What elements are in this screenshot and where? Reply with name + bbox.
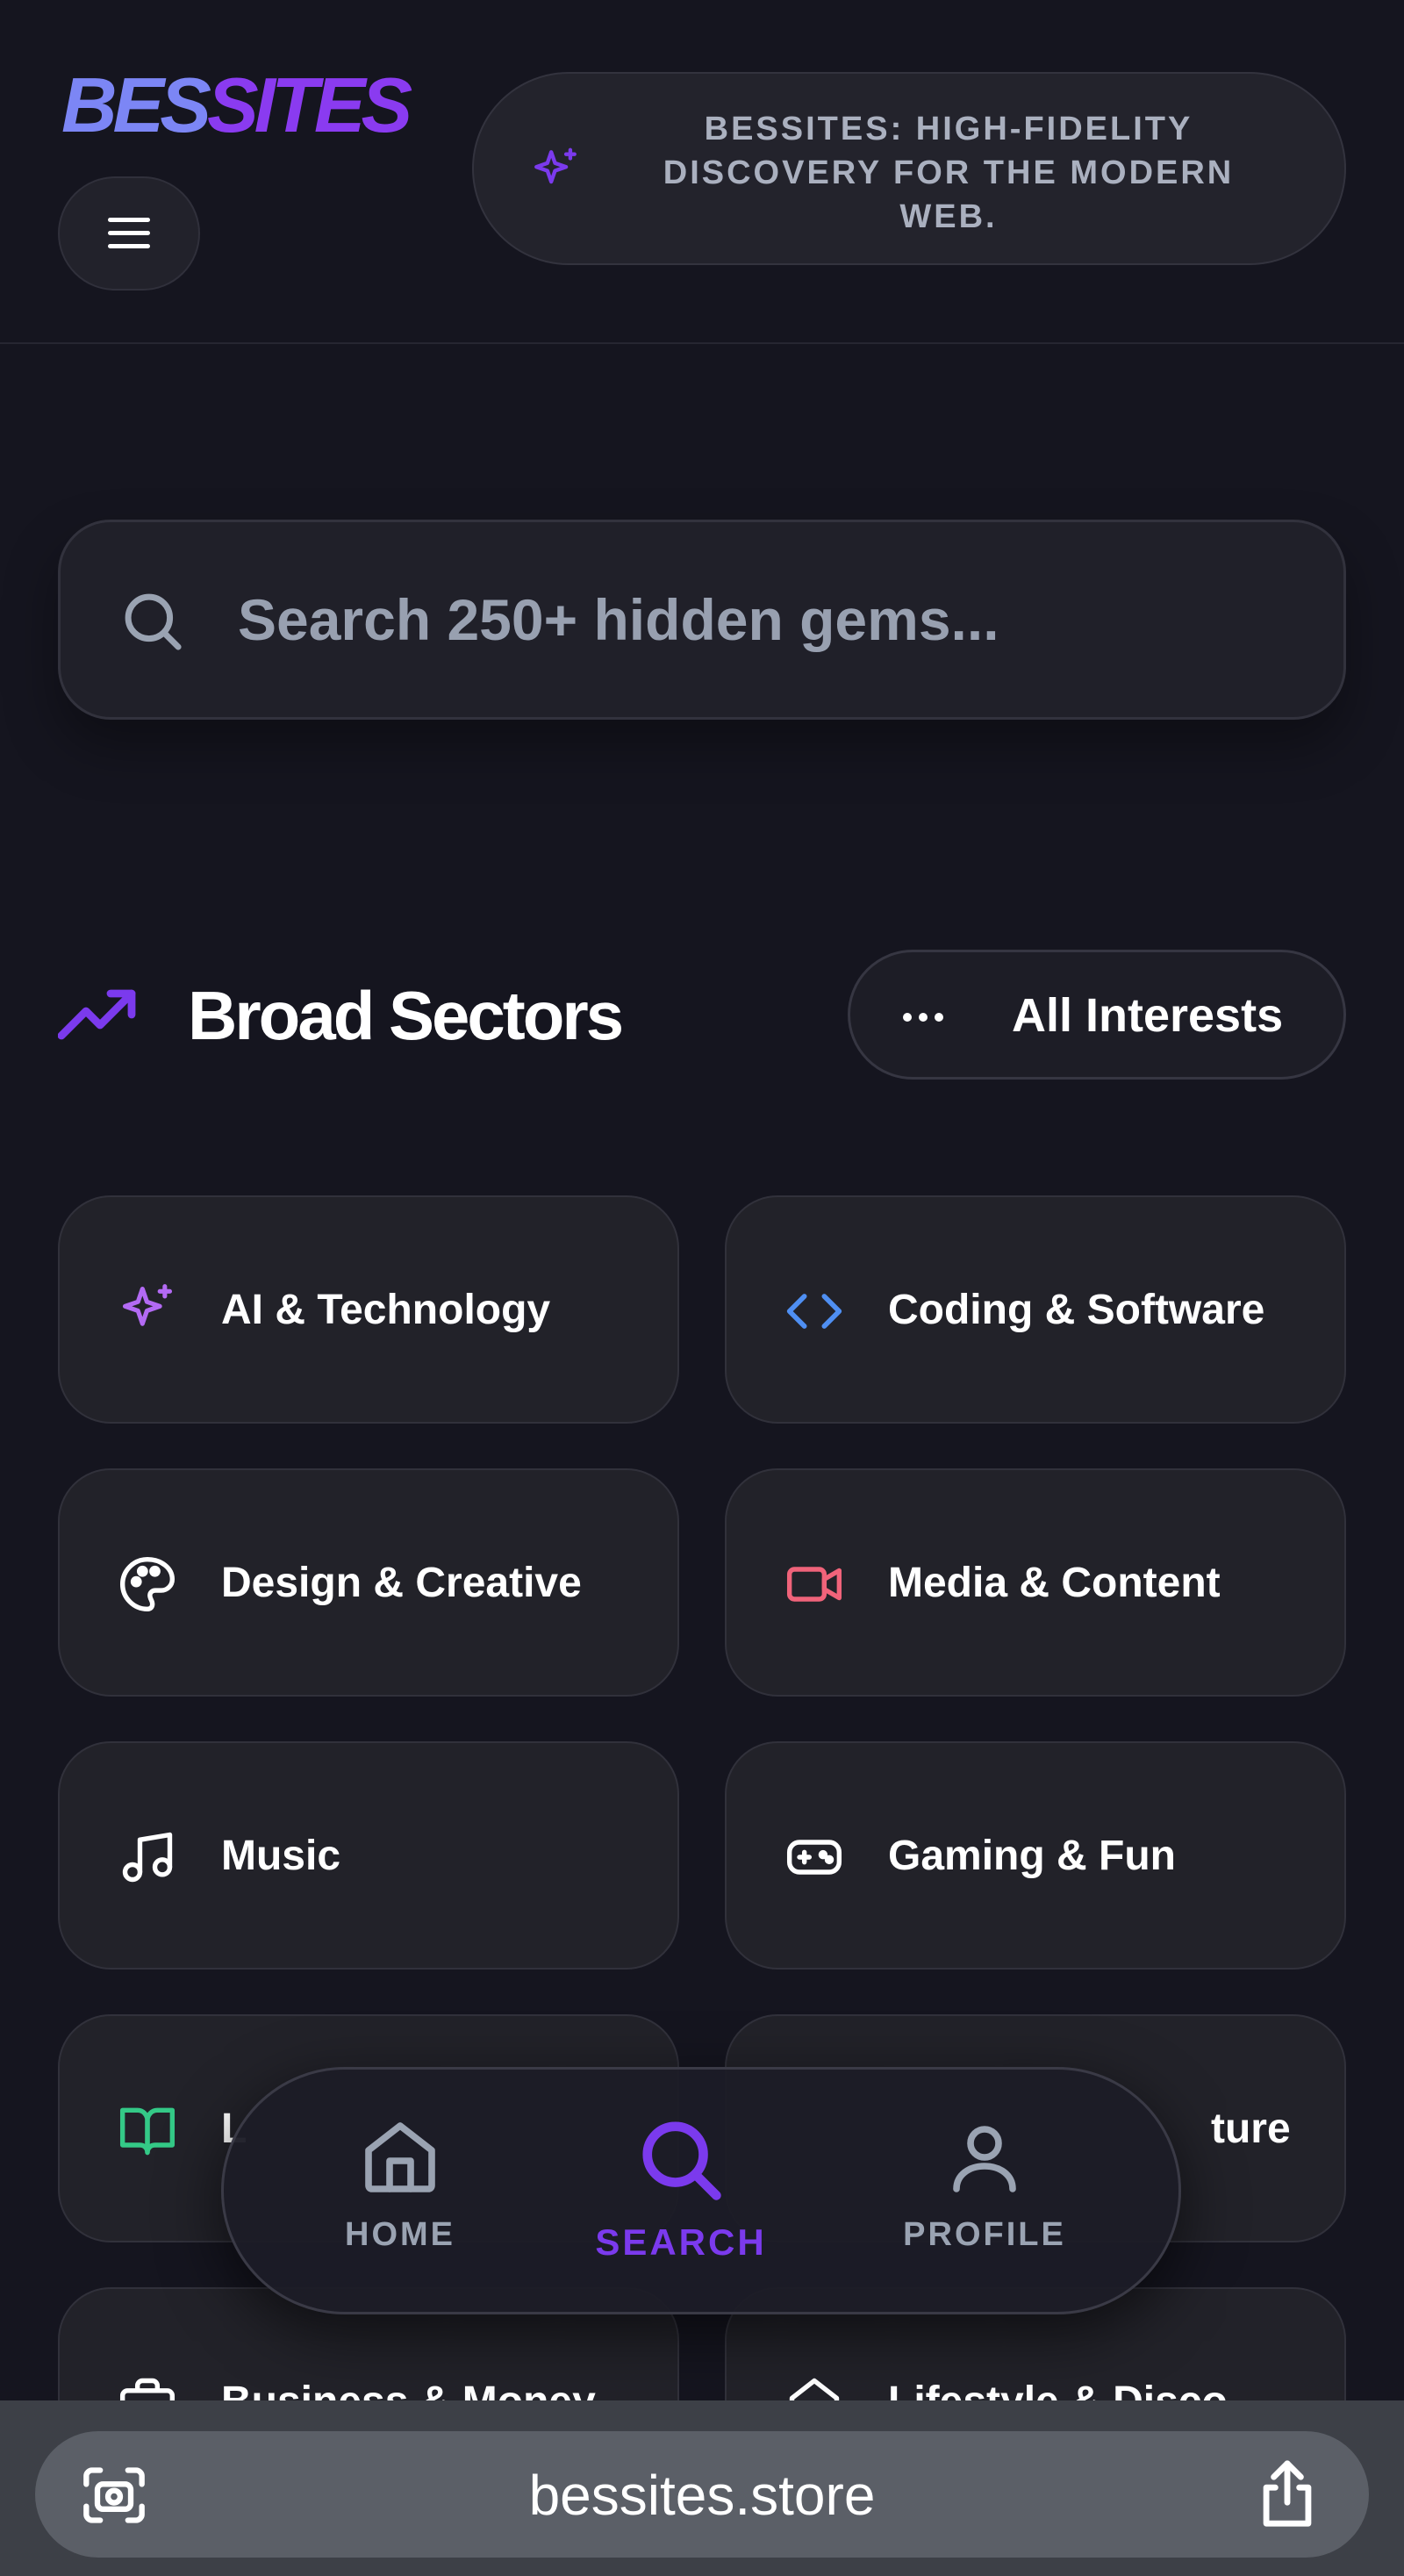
music-icon [122, 1832, 173, 1883]
book-open-icon [119, 2107, 176, 2156]
nav-profile[interactable]: PROFILE [888, 2115, 1081, 2254]
url-text: bessites.store [528, 2464, 876, 2527]
sector-card-coding-software[interactable]: Coding & Software [725, 1195, 1346, 1424]
trending-up-icon [58, 989, 136, 1040]
palette-icon [119, 1556, 176, 1612]
hamburger-icon [108, 218, 150, 248]
tagline-banner: BESSITES: HIGH-FIDELITY DISCOVERY FOR TH… [472, 72, 1346, 265]
all-interests-label: All Interests [1012, 989, 1284, 1042]
nav-profile-label: PROFILE [903, 2216, 1066, 2253]
sector-card-media-content[interactable]: Media & Content [725, 1468, 1346, 1697]
sparkles-icon [122, 1284, 173, 1326]
sparkles-icon [534, 147, 577, 184]
share-icon[interactable] [1257, 2458, 1318, 2529]
video-icon [786, 1567, 842, 1602]
sector-card-design-creative[interactable]: Design & Creative [58, 1468, 679, 1697]
all-interests-button[interactable]: All Interests [848, 950, 1346, 1080]
more-horizontal-icon [903, 1013, 943, 1022]
section-title: Broad Sectors [188, 977, 624, 1054]
sector-card-ai-technology[interactable]: AI & Technology [58, 1195, 679, 1424]
user-icon [953, 2126, 1016, 2192]
sector-label: AI & Technology [221, 1287, 551, 1333]
menu-button[interactable] [58, 176, 200, 291]
bottom-navigation: HOME SEARCH PROFILE [221, 2067, 1181, 2314]
sector-label: Gaming & Fun [888, 1833, 1176, 1879]
address-bar[interactable]: bessites.store [35, 2431, 1369, 2558]
sector-label: Coding & Software [888, 1287, 1265, 1333]
brand-logo[interactable]: BESSITES [61, 61, 412, 149]
header-divider [0, 342, 1404, 344]
gamepad-icon [786, 1840, 842, 1875]
logo-part-2: SITES [206, 61, 412, 148]
sector-card-gaming-fun[interactable]: Gaming & Fun [725, 1741, 1346, 1970]
search-box[interactable] [58, 520, 1346, 720]
sector-label: Media & Content [888, 1560, 1221, 1606]
code-icon [786, 1294, 842, 1329]
nav-home-label: HOME [345, 2216, 455, 2253]
logo-part-1: BES [61, 61, 211, 148]
nav-search[interactable]: SEARCH [584, 2115, 777, 2264]
nav-home[interactable]: HOME [304, 2115, 497, 2254]
search-icon [642, 2121, 721, 2200]
search-input[interactable] [236, 566, 1249, 673]
tagline-text: BESSITES: HIGH-FIDELITY DISCOVERY FOR TH… [663, 111, 1235, 235]
sector-label: Design & Creative [221, 1560, 582, 1606]
sector-card-music[interactable]: Music [58, 1741, 679, 1970]
nav-search-label: SEARCH [595, 2221, 767, 2263]
sector-label: Music [221, 1833, 341, 1879]
sector-label: ture [1211, 2106, 1291, 2152]
home-icon [365, 2122, 435, 2192]
search-icon [125, 593, 182, 650]
